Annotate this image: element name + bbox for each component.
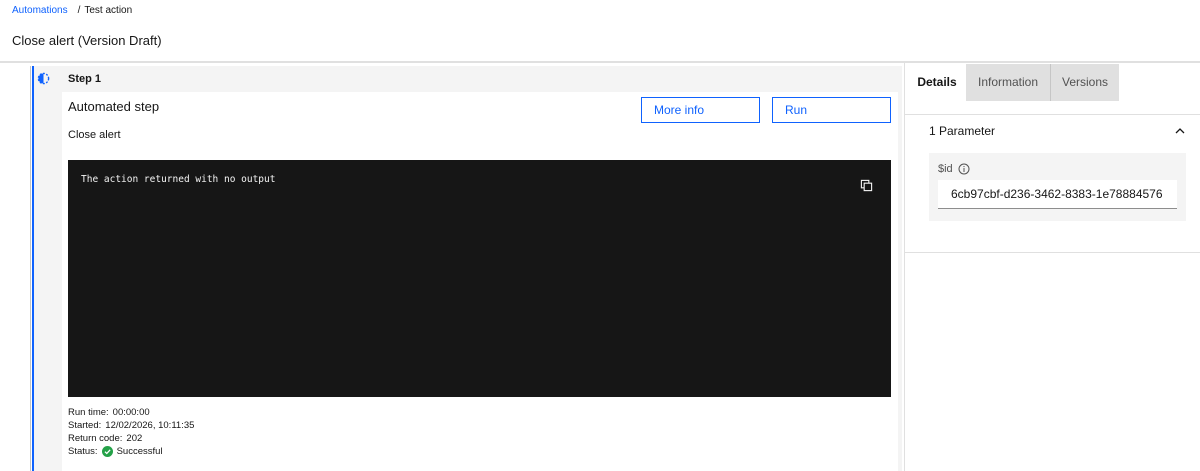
- step-action-name: Close alert: [68, 129, 121, 141]
- page-title: Close alert (Version Draft): [12, 33, 162, 48]
- test-action-page: Automations / Test action Close alert (V…: [0, 0, 1200, 471]
- run-time-row: Run time: 00:00:00: [68, 406, 194, 419]
- status-row: Status: Successful: [68, 445, 194, 458]
- copy-icon[interactable]: [860, 179, 873, 192]
- parameter-id-input[interactable]: [938, 180, 1177, 209]
- tab-details[interactable]: Details: [908, 64, 966, 101]
- started-row: Started: 12/02/2026, 10:11:35: [68, 419, 194, 432]
- status-value: Successful: [116, 446, 163, 457]
- step-type-label: Automated step: [68, 99, 160, 114]
- breadcrumb-current: Test action: [84, 5, 133, 16]
- run-button[interactable]: Run: [772, 97, 891, 123]
- timeline-active-indicator: [32, 66, 34, 471]
- output-text: The action returned with no output: [81, 174, 276, 185]
- run-time-label: Run time:: [68, 407, 109, 418]
- parameter-name: $id: [938, 163, 953, 175]
- run-time-value: 00:00:00: [112, 407, 150, 418]
- parameters-accordion-header[interactable]: 1 Parameter: [929, 123, 1189, 139]
- output-terminal: The action returned with no output: [68, 160, 891, 397]
- return-code-value: 202: [126, 433, 143, 444]
- parameter-label: $id: [938, 162, 970, 176]
- more-info-button[interactable]: More info: [641, 97, 760, 123]
- return-code-row: Return code: 202: [68, 432, 194, 445]
- breadcrumb-separator: /: [77, 5, 81, 16]
- started-label: Started:: [68, 420, 102, 431]
- side-panel-tabs: Details Information Versions: [908, 64, 1119, 101]
- half-filled-circle-icon: [37, 72, 50, 85]
- tabs-divider: [905, 114, 1200, 115]
- breadcrumb-automations-link[interactable]: Automations: [12, 5, 68, 17]
- status-label: Status:: [68, 446, 98, 457]
- info-icon[interactable]: [958, 163, 970, 175]
- breadcrumb: Automations / Test action: [12, 5, 132, 17]
- panel-divider: [905, 252, 1200, 253]
- chevron-up-icon[interactable]: [1174, 125, 1186, 137]
- step-label: Step 1: [68, 73, 102, 85]
- run-metadata: Run time: 00:00:00 Started: 12/02/2026, …: [68, 406, 194, 458]
- tab-information[interactable]: Information: [966, 64, 1051, 101]
- return-code-label: Return code:: [68, 433, 123, 444]
- checkmark-circle-icon: [101, 446, 113, 457]
- started-value: 12/02/2026, 10:11:35: [105, 420, 195, 431]
- timeline-line: [30, 66, 31, 471]
- tab-versions[interactable]: Versions: [1051, 64, 1119, 101]
